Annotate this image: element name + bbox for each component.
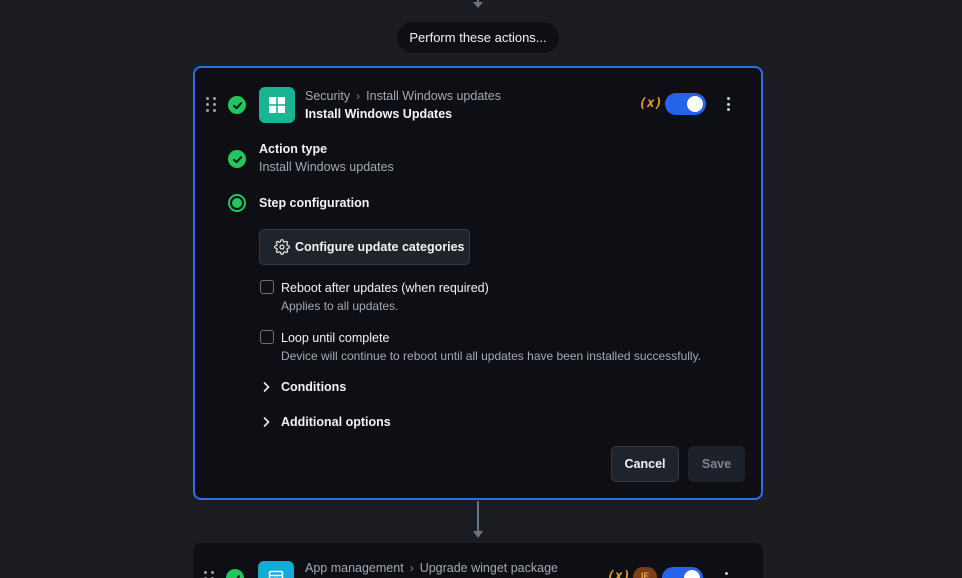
check-circle-icon xyxy=(228,96,246,114)
arrow-down-icon xyxy=(473,531,483,538)
conditions-expander[interactable]: Conditions xyxy=(262,380,346,394)
chevron-right-icon xyxy=(263,382,270,392)
breadcrumb-category: App management xyxy=(305,561,404,575)
loop-until-complete-label: Loop until complete xyxy=(281,331,390,345)
windows-logo-icon xyxy=(259,87,295,123)
more-vertical-icon[interactable] xyxy=(724,572,728,578)
cancel-button[interactable]: Cancel xyxy=(611,446,679,482)
toggle-knob xyxy=(687,96,703,112)
configure-update-categories-button[interactable]: Configure update categories xyxy=(259,229,470,265)
breadcrumb: App management › Upgrade winget package xyxy=(305,561,558,575)
reboot-after-updates-label: Reboot after updates (when required) xyxy=(281,281,489,295)
if-condition-badge[interactable]: IF xyxy=(633,567,657,578)
save-button[interactable]: Save xyxy=(688,446,745,482)
reboot-after-updates-checkbox[interactable] xyxy=(260,280,274,294)
conditions-label: Conditions xyxy=(281,380,347,394)
flow-connector xyxy=(477,501,479,532)
breadcrumb-action: Upgrade winget package xyxy=(419,561,558,575)
step-title: Install Windows Updates xyxy=(305,107,453,121)
action-type-value: Install Windows updates xyxy=(259,160,394,174)
toggle-knob xyxy=(684,570,700,578)
step-card-install-windows-updates: Security › Install Windows updates Insta… xyxy=(193,66,763,500)
step-card-upgrade-winget-package[interactable]: App management › Upgrade winget package … xyxy=(193,543,763,578)
more-vertical-icon[interactable] xyxy=(726,97,730,111)
chevron-right-icon: › xyxy=(409,561,414,575)
check-circle-icon xyxy=(228,150,246,168)
loop-until-complete-description: Device will continue to reboot until all… xyxy=(281,349,702,363)
breadcrumb-action: Install Windows updates xyxy=(366,89,501,103)
step-configuration-indicator xyxy=(228,194,246,212)
chevron-right-icon: › xyxy=(356,89,361,103)
perform-actions-label: Perform these actions... xyxy=(397,22,559,53)
gear-icon xyxy=(274,239,290,255)
breadcrumb-category: Security xyxy=(305,89,351,103)
step-enabled-toggle[interactable] xyxy=(662,567,703,578)
loop-until-complete-checkbox[interactable] xyxy=(260,330,274,344)
variable-icon[interactable]: (x) xyxy=(639,96,662,111)
variable-icon[interactable]: (x) xyxy=(607,569,630,578)
action-type-label: Action type xyxy=(259,142,328,156)
reboot-after-updates-description: Applies to all updates. xyxy=(281,299,399,313)
additional-options-expander[interactable]: Additional options xyxy=(262,415,391,429)
check-circle-icon xyxy=(226,569,244,578)
arrow-down-icon xyxy=(473,2,483,8)
drag-handle-icon[interactable] xyxy=(204,571,216,578)
step-configuration-label: Step configuration xyxy=(259,196,370,210)
step-enabled-toggle[interactable] xyxy=(665,93,706,115)
package-icon xyxy=(258,561,294,578)
configure-button-label: Configure update categories xyxy=(295,240,465,254)
additional-options-label: Additional options xyxy=(281,415,391,429)
breadcrumb: Security › Install Windows updates xyxy=(305,89,501,103)
drag-handle-icon[interactable] xyxy=(206,97,218,113)
chevron-right-icon xyxy=(263,417,270,427)
